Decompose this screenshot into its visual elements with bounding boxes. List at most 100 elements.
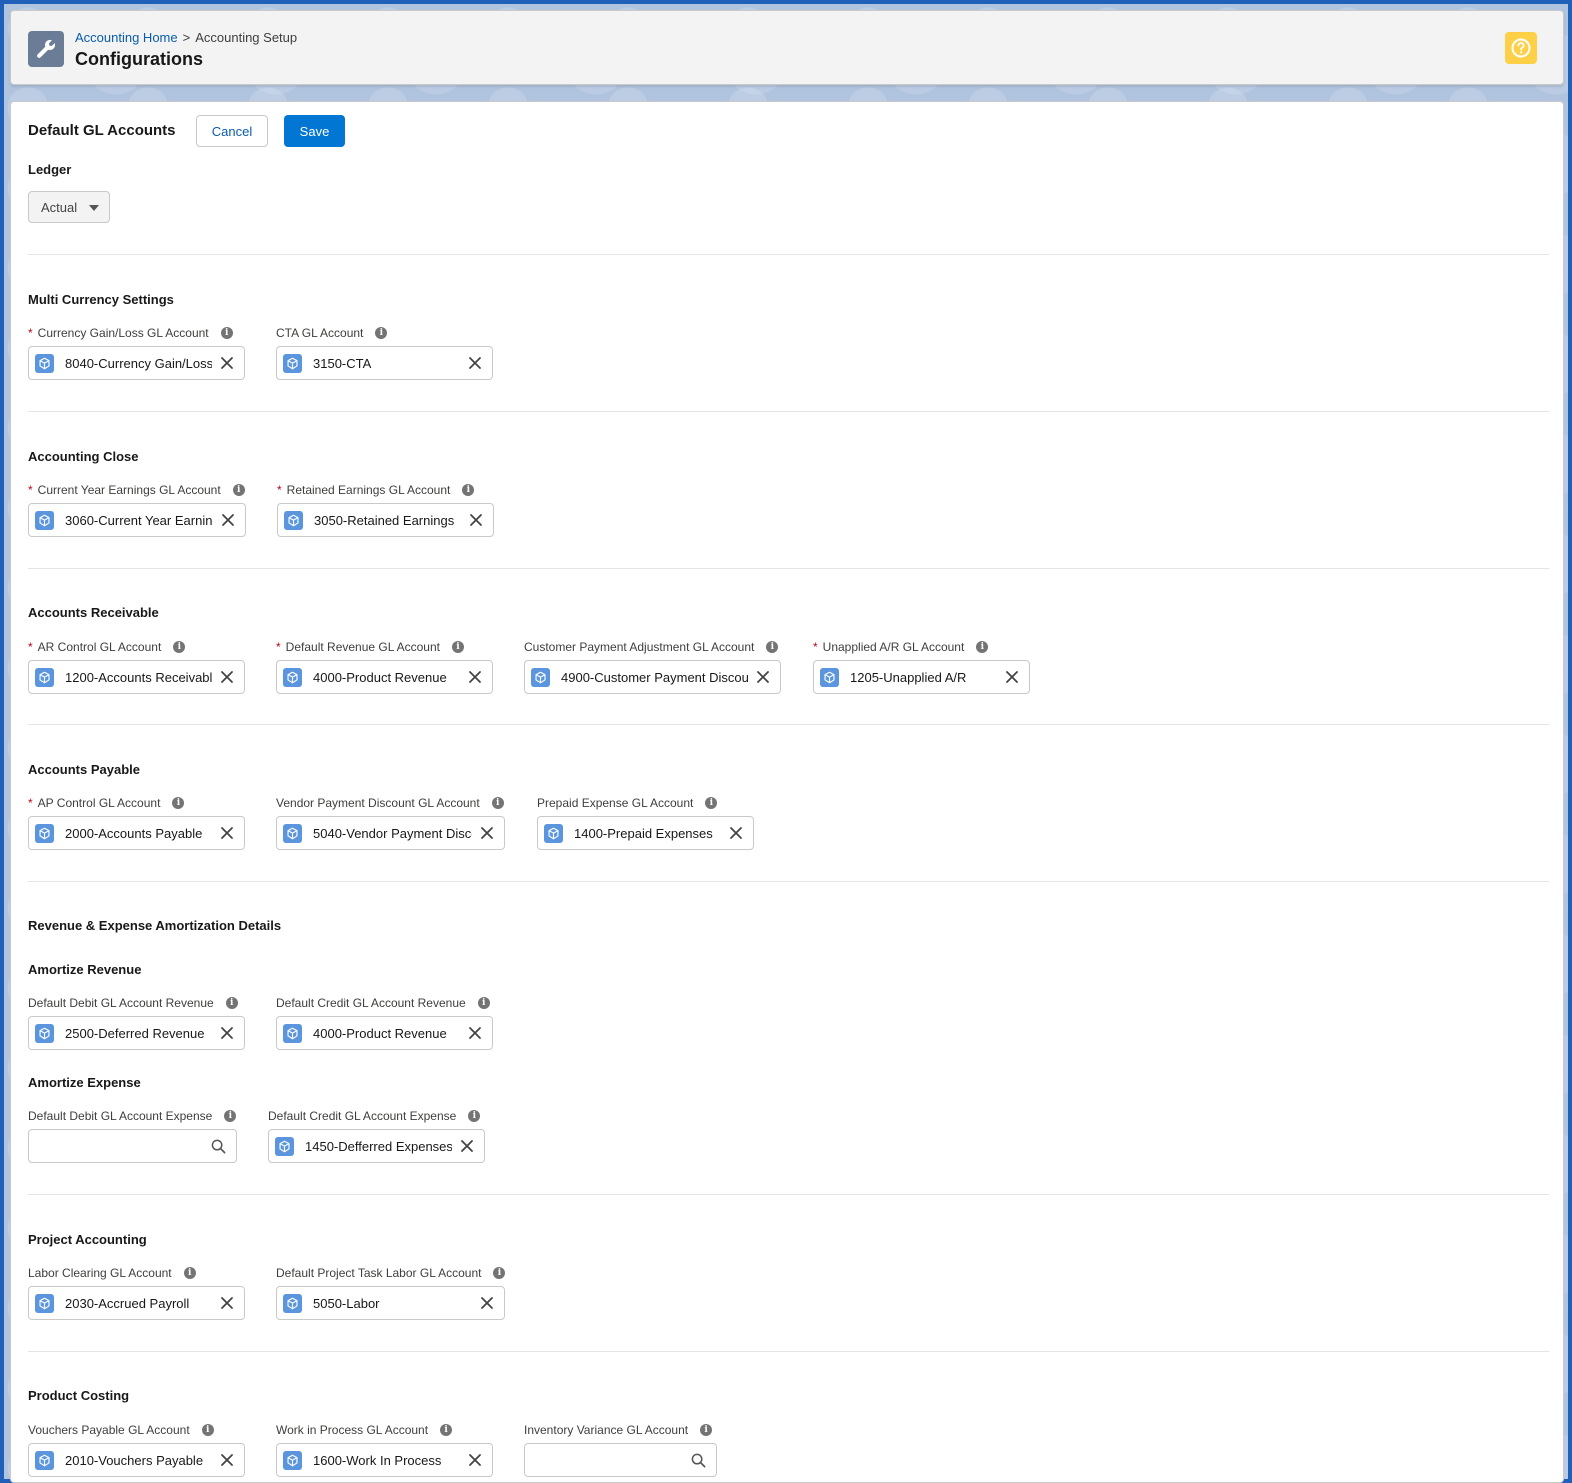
close-icon[interactable]: [469, 513, 483, 527]
close-icon[interactable]: [480, 826, 494, 840]
lookup-selected-work-in-process-gl-account[interactable]: 1600-Work In Process: [276, 1443, 493, 1477]
lookup-selected-vendor-payment-discount-gl-account[interactable]: 5040-Vendor Payment Discount: [276, 816, 505, 850]
field-current-year-earnings-gl-account: * Current Year Earnings GL Account i 3060-C…: [28, 483, 246, 539]
lookup-selected-default-credit-gl-account-expense[interactable]: 1450-Defferred Expenses: [268, 1129, 485, 1163]
close-icon[interactable]: [221, 513, 235, 527]
close-icon[interactable]: [756, 670, 770, 684]
close-icon[interactable]: [220, 356, 234, 370]
lookup-selected-default-revenue-gl-account[interactable]: 4000-Product Revenue: [276, 660, 493, 694]
breadcrumb: Accounting Home > Accounting Setup: [75, 30, 297, 45]
info-icon[interactable]: i: [232, 484, 245, 496]
page-title: Configurations: [75, 49, 203, 69]
info-icon[interactable]: i: [477, 997, 490, 1009]
lookup-search-inventory-variance-gl-account[interactable]: [524, 1443, 717, 1477]
lookup-value: 4900-Customer Payment Discount: [561, 670, 748, 685]
info-icon[interactable]: i: [491, 797, 504, 809]
page-header: Accounting Home > Accounting Setup Configu…: [10, 10, 1564, 85]
required-indicator: *: [276, 640, 281, 654]
field-label: * AR Control GL Account i: [28, 640, 186, 654]
breadcrumb-home-link[interactable]: Accounting Home: [75, 30, 178, 45]
info-icon[interactable]: i: [468, 1110, 481, 1122]
field-label: Inventory Variance GL Account i: [524, 1423, 713, 1437]
lookup-selected-cta-gl-account[interactable]: 3150-CTA: [276, 346, 493, 380]
gl-account-object-icon: [35, 1294, 54, 1313]
close-icon[interactable]: [468, 670, 482, 684]
close-icon[interactable]: [460, 1139, 474, 1153]
info-icon[interactable]: i: [700, 1424, 713, 1436]
info-icon[interactable]: i: [225, 997, 238, 1009]
gl-account-object-icon: [283, 824, 302, 843]
close-icon[interactable]: [1005, 670, 1019, 684]
app-frame: Accounting Home > Accounting Setup Configu…: [0, 0, 1572, 1483]
close-icon[interactable]: [220, 826, 234, 840]
info-icon[interactable]: i: [224, 1110, 237, 1122]
lookup-selected-currency-gain-loss-gl-account[interactable]: 8040-Currency Gain/Loss: [28, 346, 245, 380]
lookup-selected-vouchers-payable-gl-account[interactable]: 2010-Vouchers Payable: [28, 1443, 245, 1477]
field-label-text: AR Control GL Account: [37, 640, 162, 654]
lookup-selected-labor-clearing-gl-account[interactable]: 2030-Accrued Payroll: [28, 1286, 245, 1320]
field-default-project-task-labor-gl-account: Default Project Task Labor GL Account i 50…: [276, 1266, 506, 1322]
help-button[interactable]: [1505, 32, 1537, 64]
field-ap-control-gl-account: * AP Control GL Account i 2000-Accounts Pay…: [28, 796, 245, 852]
lookup-selected-current-year-earnings-gl-account[interactable]: 3060-Current Year Earnings: [28, 503, 246, 537]
info-icon[interactable]: i: [705, 797, 718, 809]
info-icon[interactable]: i: [440, 1424, 453, 1436]
field-label: * AP Control GL Account i: [28, 796, 185, 810]
save-button[interactable]: Save: [284, 115, 345, 147]
lookup-value: 5050-Labor: [313, 1296, 380, 1311]
caret-down-icon: [89, 205, 99, 211]
field-label-text: Prepaid Expense GL Account: [537, 796, 694, 810]
gl-account-object-icon: [820, 668, 839, 687]
close-icon[interactable]: [729, 826, 743, 840]
section-title-accounting-close: Accounting Close: [28, 449, 139, 464]
gl-account-object-icon: [35, 1024, 54, 1043]
info-icon[interactable]: i: [172, 797, 185, 809]
info-icon[interactable]: i: [766, 641, 779, 653]
info-icon[interactable]: i: [375, 327, 388, 339]
close-icon[interactable]: [220, 1296, 234, 1310]
close-icon[interactable]: [480, 1296, 494, 1310]
close-icon[interactable]: [220, 1453, 234, 1467]
field-retained-earnings-gl-account: * Retained Earnings GL Account i 3050-Retai…: [277, 483, 494, 539]
close-icon[interactable]: [468, 1026, 482, 1040]
close-icon[interactable]: [220, 1026, 234, 1040]
lookup-selected-default-project-task-labor-gl-account[interactable]: 5050-Labor: [276, 1286, 505, 1320]
gl-account-object-icon: [35, 1451, 54, 1470]
divider: [28, 1351, 1549, 1352]
info-icon[interactable]: i: [493, 1267, 506, 1279]
lookup-selected-ar-control-gl-account[interactable]: 1200-Accounts Receivable: [28, 660, 245, 694]
lookup-selected-ap-control-gl-account[interactable]: 2000-Accounts Payable: [28, 816, 245, 850]
close-icon[interactable]: [468, 356, 482, 370]
lookup-selected-retained-earnings-gl-account[interactable]: 3050-Retained Earnings: [277, 503, 494, 537]
info-icon[interactable]: i: [173, 641, 186, 653]
info-icon[interactable]: i: [976, 641, 989, 653]
field-label: Customer Payment Adjustment GL Account i: [524, 640, 779, 654]
gl-account-object-icon: [35, 668, 54, 687]
gl-account-object-icon: [275, 1137, 294, 1156]
ledger-select[interactable]: Actual: [28, 191, 110, 223]
lookup-selected-unapplied-a-r-gl-account[interactable]: 1205-Unapplied A/R: [813, 660, 1030, 694]
info-icon[interactable]: i: [452, 641, 464, 653]
info-icon[interactable]: i: [462, 484, 475, 496]
search-icon[interactable]: [691, 1453, 706, 1468]
field-label: Default Credit GL Account Expense i: [268, 1109, 481, 1123]
lookup-value: 1400-Prepaid Expenses: [574, 826, 713, 841]
close-icon[interactable]: [468, 1453, 482, 1467]
lookup-search-default-debit-gl-account-expense[interactable]: [28, 1129, 237, 1163]
field-prepaid-expense-gl-account: Prepaid Expense GL Account i 1400-Prepaid …: [537, 796, 754, 852]
field-label: Default Project Task Labor GL Account i: [276, 1266, 506, 1280]
lookup-value: 3050-Retained Earnings: [314, 513, 455, 528]
lookup-selected-customer-payment-adjustment-gl-account[interactable]: 4900-Customer Payment Discount: [524, 660, 781, 694]
info-icon[interactable]: i: [220, 327, 233, 339]
field-label: * Default Revenue GL Account i: [276, 640, 464, 654]
lookup-selected-prepaid-expense-gl-account[interactable]: 1400-Prepaid Expenses: [537, 816, 754, 850]
lookup-value: 3060-Current Year Earnings: [65, 513, 213, 528]
lookup-selected-default-credit-gl-account-revenue[interactable]: 4000-Product Revenue: [276, 1016, 493, 1050]
lookup-selected-default-debit-gl-account-revenue[interactable]: 2500-Deferred Revenue: [28, 1016, 245, 1050]
info-icon[interactable]: i: [183, 1267, 196, 1279]
search-icon[interactable]: [211, 1139, 226, 1154]
info-icon[interactable]: i: [201, 1424, 214, 1436]
cancel-button[interactable]: Cancel: [196, 115, 268, 147]
field-label-text: Vouchers Payable GL Account: [28, 1423, 190, 1437]
close-icon[interactable]: [220, 670, 234, 684]
